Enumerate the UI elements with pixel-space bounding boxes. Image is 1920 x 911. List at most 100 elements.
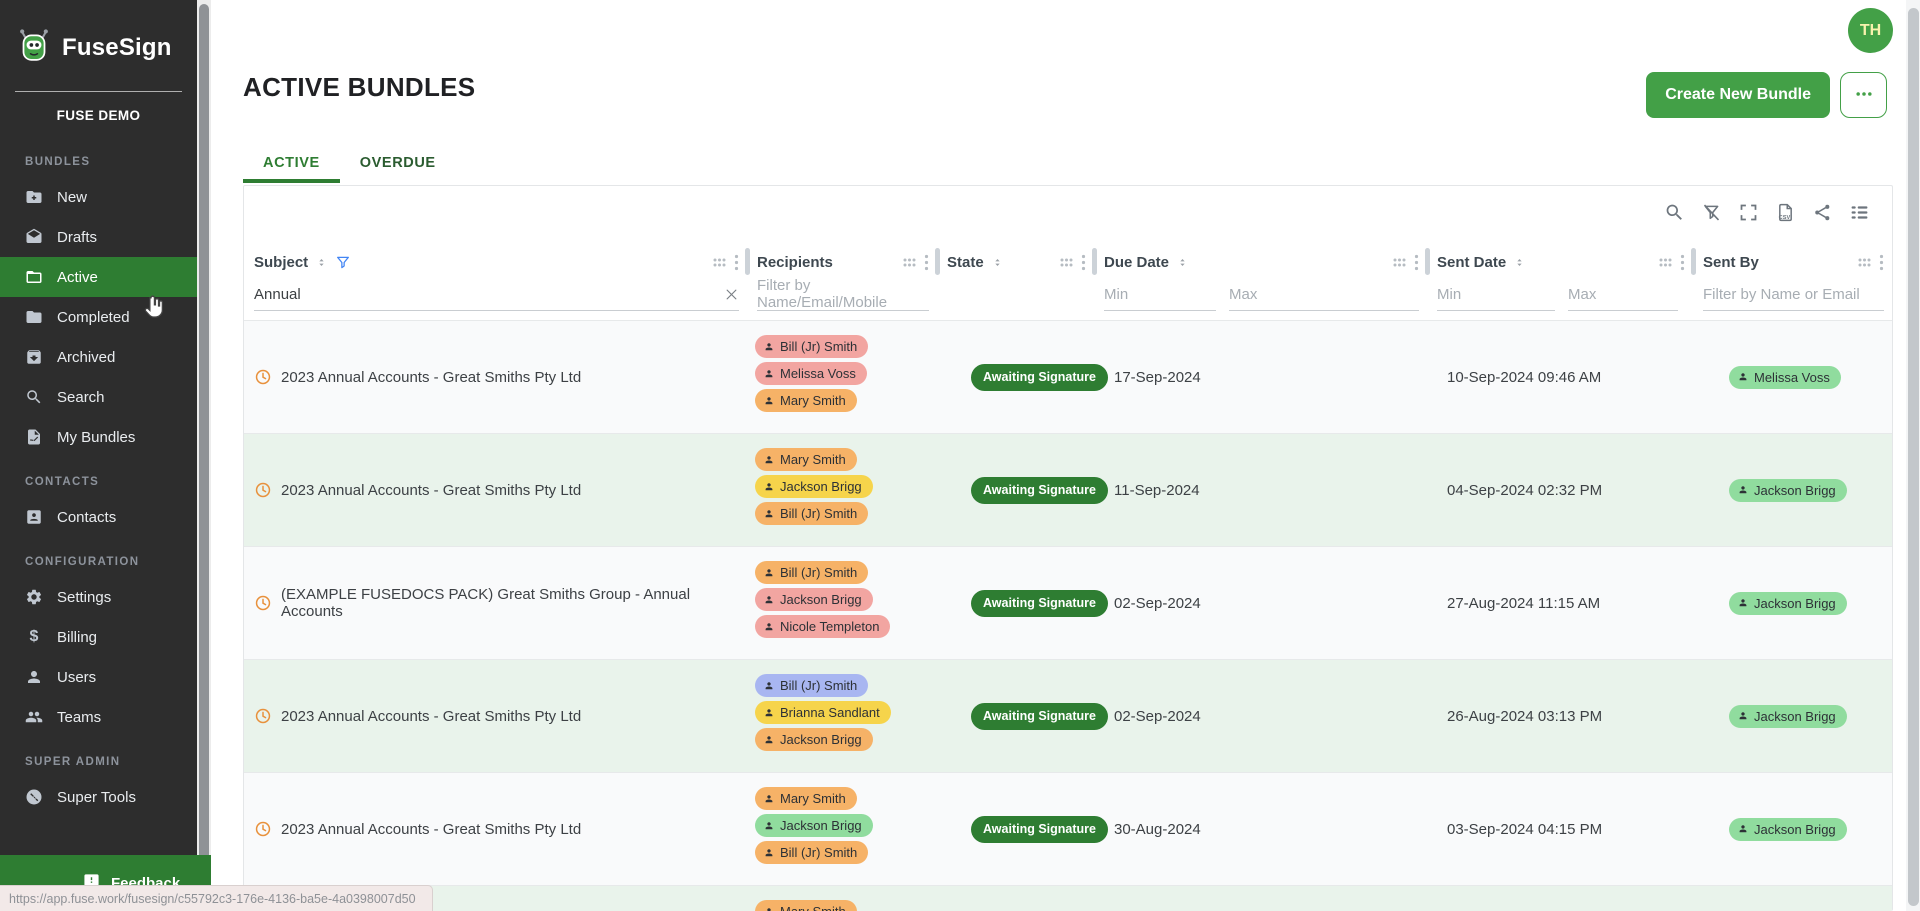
- sidebar-item-drafts[interactable]: Drafts: [0, 217, 197, 257]
- recipient-chip[interactable]: Mary Smith: [755, 389, 857, 412]
- filter-input-sent-by[interactable]: Filter by Name or Email: [1703, 278, 1884, 311]
- recipient-chip[interactable]: Nicole Templeton: [755, 615, 890, 638]
- sidebar-item-new[interactable]: New: [0, 177, 197, 217]
- column-menu-icon[interactable]: [734, 254, 739, 271]
- filter-input-subject[interactable]: Annual: [254, 278, 739, 311]
- sidebar-item-my-bundles[interactable]: My Bundles: [0, 417, 197, 457]
- drag-handle-icon[interactable]: [712, 257, 727, 268]
- tab-overdue[interactable]: OVERDUE: [340, 146, 456, 183]
- sidebar-scrollbar[interactable]: [197, 0, 211, 911]
- column-menu-icon[interactable]: [924, 254, 929, 271]
- bundles-table-card: CSV SubjectAnnualRecipientsFilter by Nam…: [243, 185, 1893, 911]
- folder-plus-icon: [25, 188, 43, 206]
- drag-handle-icon[interactable]: [902, 257, 917, 268]
- recipient-name: Jackson Brigg: [1754, 483, 1836, 498]
- sidebar-item-billing[interactable]: $Billing: [0, 617, 197, 657]
- recipient-chip[interactable]: Melissa Voss: [1729, 366, 1841, 389]
- page-scrollbar[interactable]: [1906, 0, 1920, 911]
- contact-card-icon: [25, 508, 43, 526]
- sidebar-item-teams[interactable]: Teams: [0, 697, 197, 737]
- table-row[interactable]: 2023 Annual Accounts - Great Smiths Pty …: [244, 433, 1892, 546]
- sidebar-item-settings[interactable]: Settings: [0, 577, 197, 617]
- recipient-chip[interactable]: Jackson Brigg: [1729, 818, 1847, 841]
- recipient-chip[interactable]: Brianna Sandlant: [755, 701, 891, 724]
- recipient-chip[interactable]: Bill (Jr) Smith: [755, 841, 868, 864]
- export-csv-icon[interactable]: CSV: [1775, 202, 1796, 223]
- recipient-chip[interactable]: Jackson Brigg: [755, 814, 873, 837]
- users-icon: [25, 708, 43, 726]
- table-body: 2023 Annual Accounts - Great Smiths Pty …: [244, 320, 1892, 911]
- person-icon: [1737, 597, 1749, 609]
- folder-open-icon: [25, 268, 43, 286]
- sort-icon[interactable]: [315, 255, 328, 270]
- recipient-chip[interactable]: Mary Smith: [755, 448, 857, 471]
- recipient-chip[interactable]: Melissa Voss: [755, 362, 867, 385]
- sidebar-item-archived[interactable]: Archived: [0, 337, 197, 377]
- sort-icon[interactable]: [1513, 255, 1526, 270]
- sort-icon[interactable]: [1176, 255, 1189, 270]
- filter-off-icon[interactable]: [1701, 202, 1722, 223]
- recipient-name: Bill (Jr) Smith: [780, 678, 857, 693]
- search-icon[interactable]: [1664, 202, 1685, 223]
- person-icon: [763, 906, 775, 911]
- clear-filter-icon[interactable]: [724, 287, 739, 302]
- column-menu-icon[interactable]: [1680, 254, 1685, 271]
- bundle-subject: 2023 Annual Accounts - Great Smiths Pty …: [281, 821, 581, 838]
- sidebar-item-active[interactable]: Active: [0, 257, 197, 297]
- recipient-chip[interactable]: Jackson Brigg: [755, 728, 873, 751]
- sort-icon[interactable]: [991, 255, 1004, 270]
- table-row[interactable]: 2023 Annual Accounts - Great Smiths Pty …: [244, 772, 1892, 885]
- table-row[interactable]: 2023 Annual Accounts - Great Smiths Pty …: [244, 659, 1892, 772]
- recipient-name: Jackson Brigg: [780, 479, 862, 494]
- tab-active[interactable]: ACTIVE: [243, 146, 340, 183]
- avatar[interactable]: TH: [1848, 8, 1893, 53]
- sent-date-max-input[interactable]: Max: [1568, 278, 1678, 311]
- table-row[interactable]: 2023 Annual Accounts - Great Smiths Pty …: [244, 320, 1892, 433]
- recipient-chip[interactable]: Jackson Brigg: [755, 588, 873, 611]
- sidebar-scrollbar-thumb[interactable]: [199, 4, 209, 862]
- column-label: Sent Date: [1437, 254, 1506, 271]
- recipient-chip[interactable]: Jackson Brigg: [1729, 592, 1847, 615]
- column-menu-icon[interactable]: [1081, 254, 1086, 271]
- column-label: Subject: [254, 254, 308, 271]
- drag-handle-icon[interactable]: [1658, 257, 1673, 268]
- recipient-chip[interactable]: Mary Smith: [755, 787, 857, 810]
- sidebar-item-super-tools[interactable]: Super Tools: [0, 777, 197, 817]
- sidebar-item-label: Teams: [57, 709, 101, 726]
- recipient-chip[interactable]: Jackson Brigg: [1729, 705, 1847, 728]
- table-row[interactable]: Mary Smith: [244, 885, 1892, 911]
- drag-handle-icon[interactable]: [1059, 257, 1074, 268]
- drag-handle-icon[interactable]: [1392, 257, 1407, 268]
- recipient-chip[interactable]: Bill (Jr) Smith: [755, 674, 868, 697]
- column-list-icon[interactable]: [1849, 202, 1870, 223]
- due-date-max-input[interactable]: Max: [1229, 278, 1419, 311]
- create-new-bundle-button[interactable]: Create New Bundle: [1646, 72, 1830, 118]
- recipients-cell: Mary Smith Jackson Brigg Bill (Jr) Smith: [747, 773, 937, 885]
- subject-cell: 2023 Annual Accounts - Great Smiths Pty …: [244, 660, 747, 772]
- recipient-chip[interactable]: Bill (Jr) Smith: [755, 561, 868, 584]
- status-url-tooltip: https://app.fuse.work/fusesign/c55792c3-…: [0, 885, 433, 911]
- recipient-chip[interactable]: Bill (Jr) Smith: [755, 335, 868, 358]
- sidebar-item-label: Drafts: [57, 229, 97, 246]
- recipient-chip[interactable]: Jackson Brigg: [755, 475, 873, 498]
- sidebar-item-completed[interactable]: Completed: [0, 297, 197, 337]
- sidebar-item-users[interactable]: Users: [0, 657, 197, 697]
- page-scrollbar-thumb[interactable]: [1908, 8, 1919, 906]
- drag-handle-icon[interactable]: [1857, 257, 1872, 268]
- recipient-chip[interactable]: Jackson Brigg: [1729, 479, 1847, 502]
- sidebar-item-contacts[interactable]: Contacts: [0, 497, 197, 537]
- sidebar-nav: BUNDLESNewDraftsActiveCompletedArchivedS…: [0, 147, 197, 817]
- share-icon[interactable]: [1812, 202, 1833, 223]
- sidebar-item-search[interactable]: Search: [0, 377, 197, 417]
- sent-date-min-input[interactable]: Min: [1437, 278, 1555, 311]
- filter-active-icon[interactable]: [335, 254, 351, 270]
- column-menu-icon[interactable]: [1414, 254, 1419, 271]
- more-options-button[interactable]: [1840, 72, 1887, 118]
- recipient-chip[interactable]: Bill (Jr) Smith: [755, 502, 868, 525]
- column-menu-icon[interactable]: [1879, 254, 1884, 271]
- table-row[interactable]: (EXAMPLE FUSEDOCS PACK) Great Smiths Gro…: [244, 546, 1892, 659]
- filter-input-recipients[interactable]: Filter by Name/Email/Mobile: [757, 278, 929, 311]
- recipient-chip[interactable]: Mary Smith: [755, 900, 857, 911]
- fullscreen-icon[interactable]: [1738, 202, 1759, 223]
- due-date-min-input[interactable]: Min: [1104, 278, 1216, 311]
